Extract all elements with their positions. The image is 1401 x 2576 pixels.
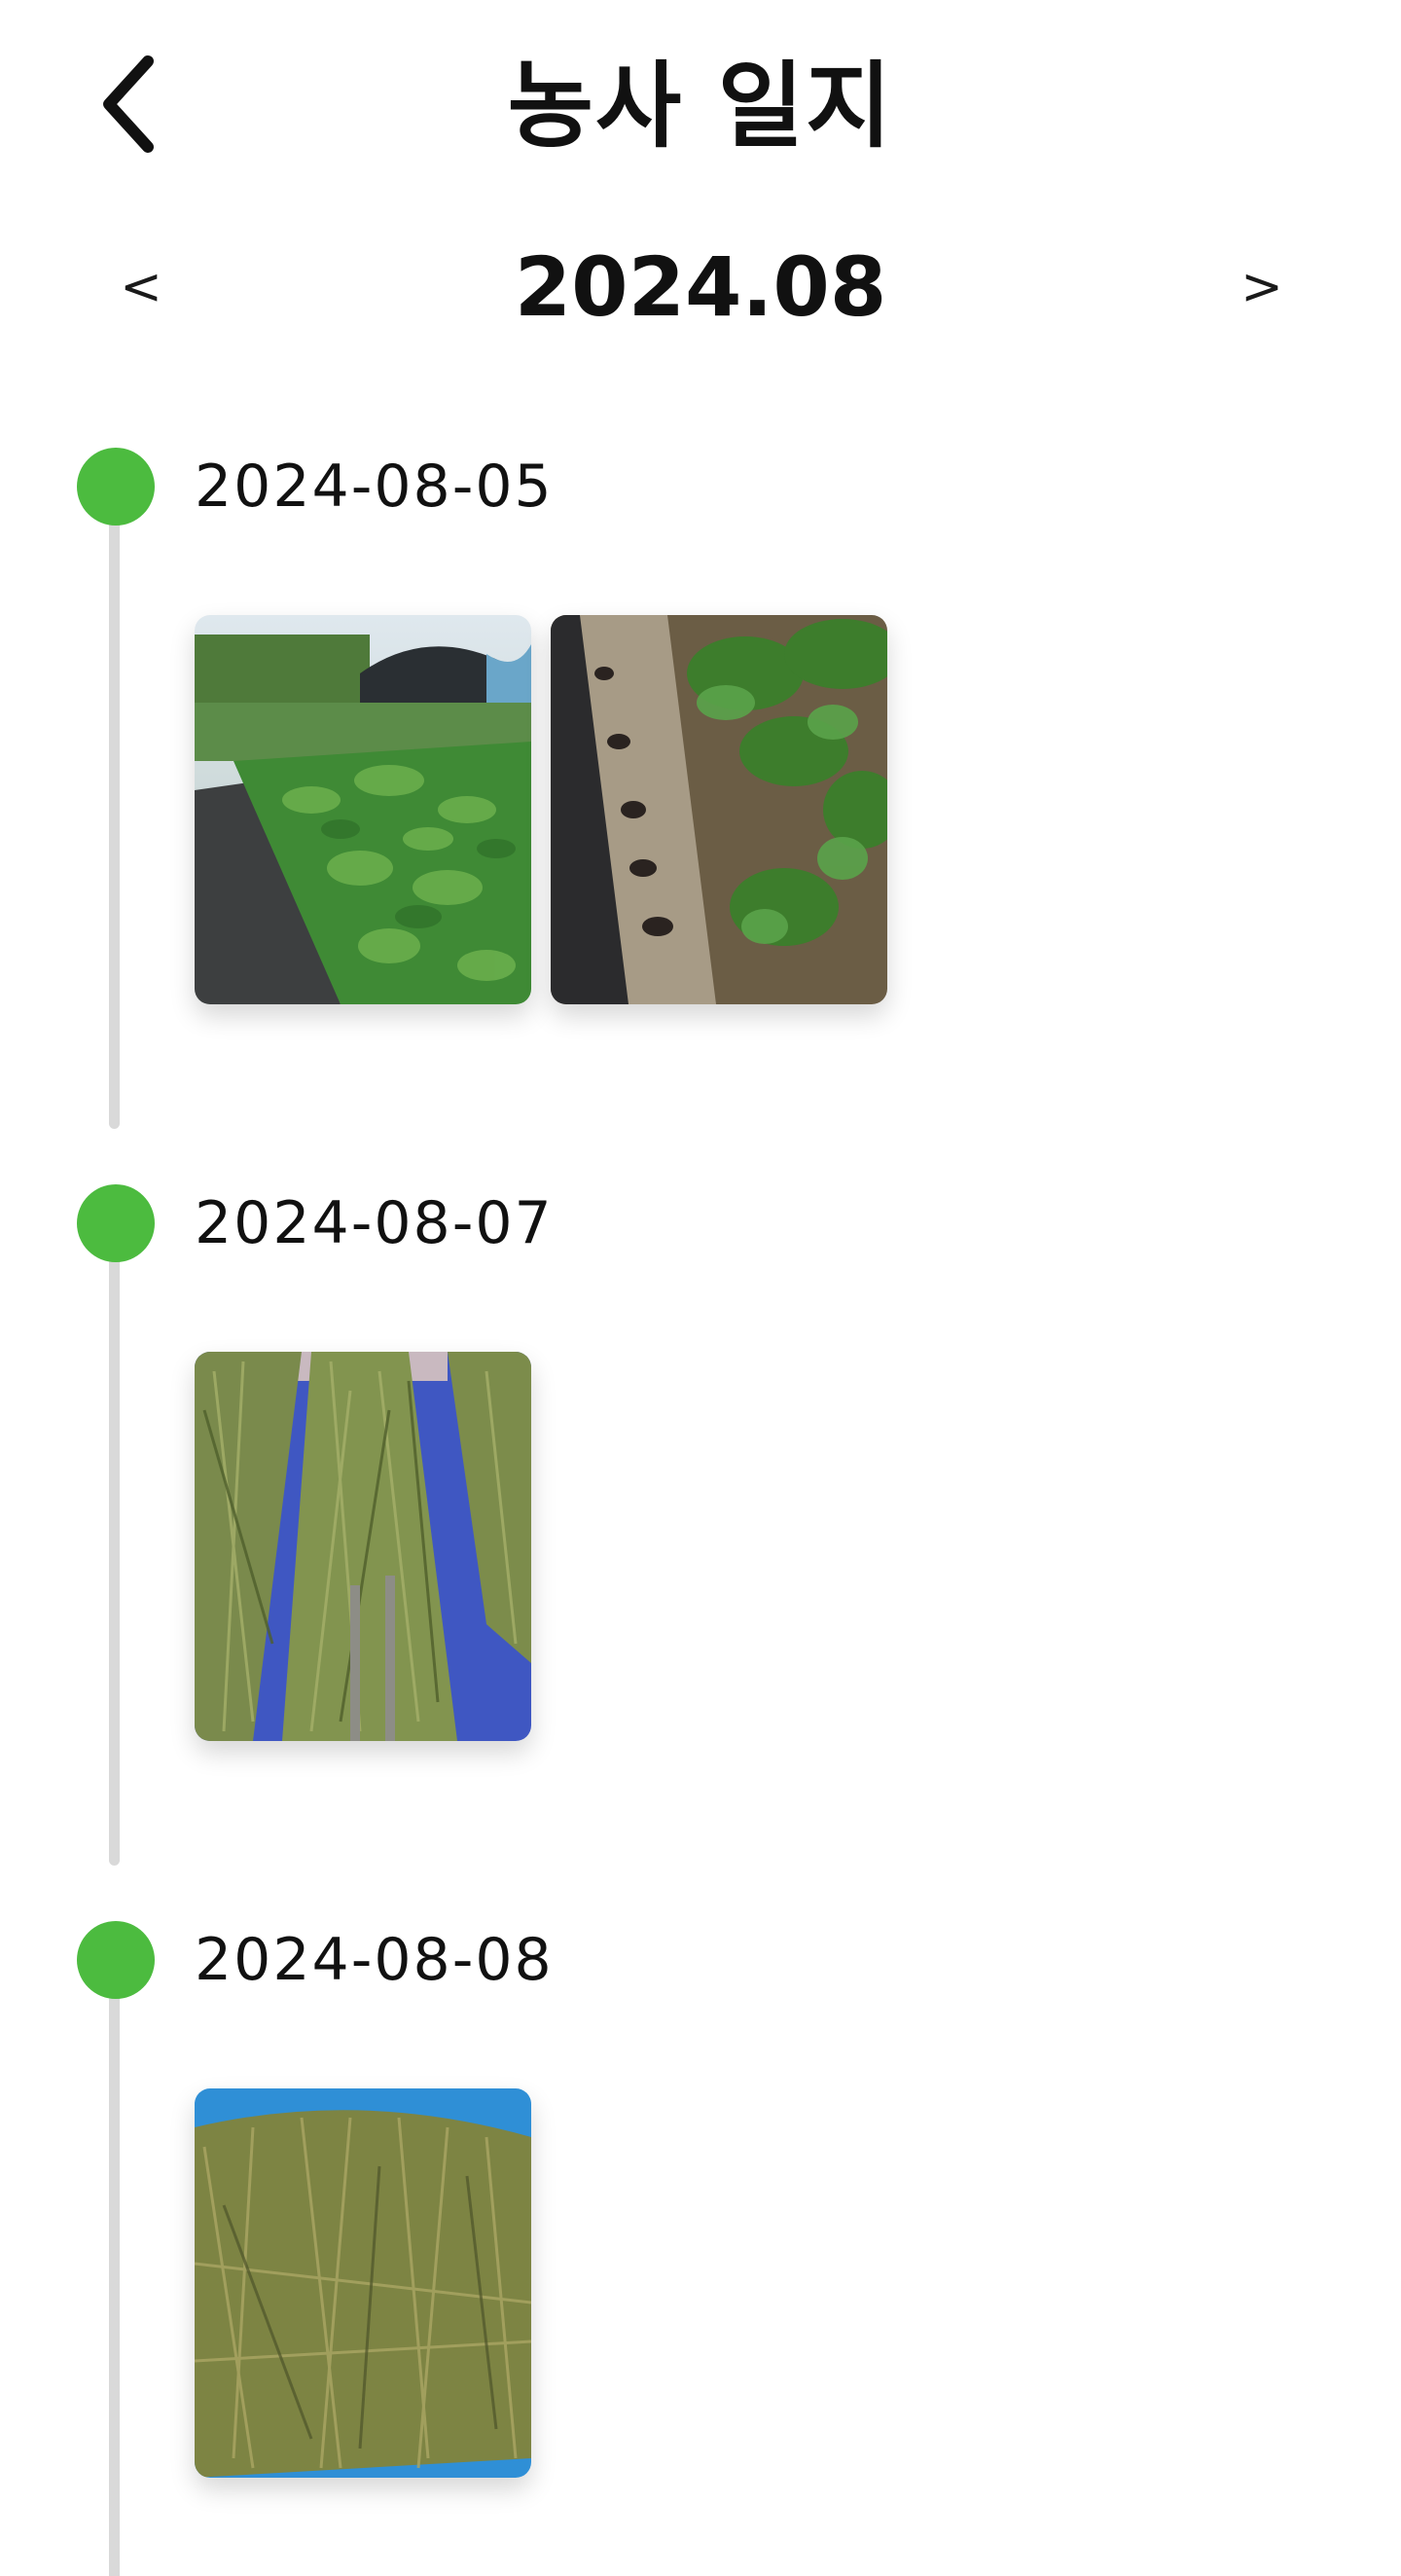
entry-photos (195, 1352, 531, 1741)
photo-thumbnail[interactable] (195, 2088, 531, 2478)
diary-entry: 2024-08-07 (0, 1184, 1401, 1921)
next-month-button[interactable]: > (1218, 243, 1306, 331)
entry-date[interactable]: 2024-08-05 (195, 448, 554, 526)
timeline-line (109, 477, 120, 1129)
diary-timeline: 2024-08-05 2024-08-07 2024-08-08 (0, 448, 1401, 2576)
dried-plant-pile-photo (195, 2088, 531, 2478)
month-navigation: < 2024.08 > (0, 224, 1401, 350)
timeline-line (109, 1950, 120, 2576)
current-month-label: 2024.08 (514, 239, 887, 335)
timeline-dot (77, 1921, 155, 1999)
entry-photos (195, 2088, 531, 2478)
photo-thumbnail[interactable] (551, 615, 887, 1004)
drying-plants-photo (195, 1352, 531, 1741)
page-title: 농사 일지 (507, 52, 894, 161)
entry-date[interactable]: 2024-08-08 (195, 1921, 554, 1999)
timeline-dot (77, 1184, 155, 1262)
diary-entry: 2024-08-08 (0, 1921, 1401, 2576)
cucumber-vines-photo (551, 615, 887, 1004)
entry-photos (195, 615, 887, 1004)
farm-diary-screen: 농사 일지 < 2024.08 > 2024-08-05 2024-08-07 … (0, 0, 1401, 2576)
photo-thumbnail[interactable] (195, 615, 531, 1004)
header: 농사 일지 (0, 0, 1401, 214)
timeline-line (109, 1214, 120, 1866)
photo-thumbnail[interactable] (195, 1352, 531, 1741)
entry-date[interactable]: 2024-08-07 (195, 1184, 554, 1262)
diary-entry: 2024-08-05 (0, 448, 1401, 1184)
timeline-dot (77, 448, 155, 526)
greenhouse-field-photo (195, 615, 531, 1004)
